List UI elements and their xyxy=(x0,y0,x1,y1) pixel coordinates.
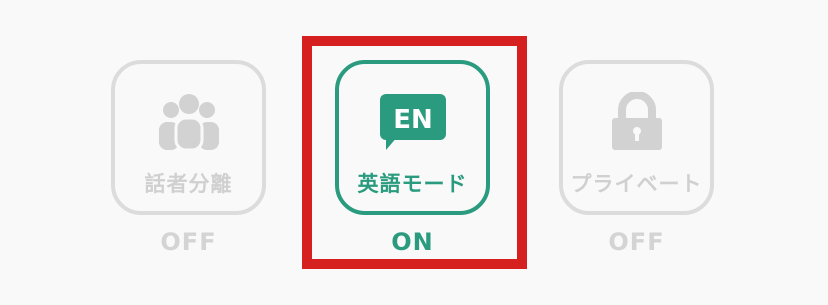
people-icon xyxy=(115,92,262,152)
selection-highlight xyxy=(302,36,527,269)
private-status: OFF xyxy=(608,228,665,256)
lock-icon xyxy=(563,92,710,152)
speaker-separation-toggle[interactable]: 話者分離 xyxy=(111,60,266,215)
speaker-separation-label: 話者分離 xyxy=(144,172,233,196)
speaker-separation-status: OFF xyxy=(160,228,217,256)
private-label: プライベート xyxy=(570,172,703,196)
private-toggle[interactable]: プライベート xyxy=(559,60,714,215)
